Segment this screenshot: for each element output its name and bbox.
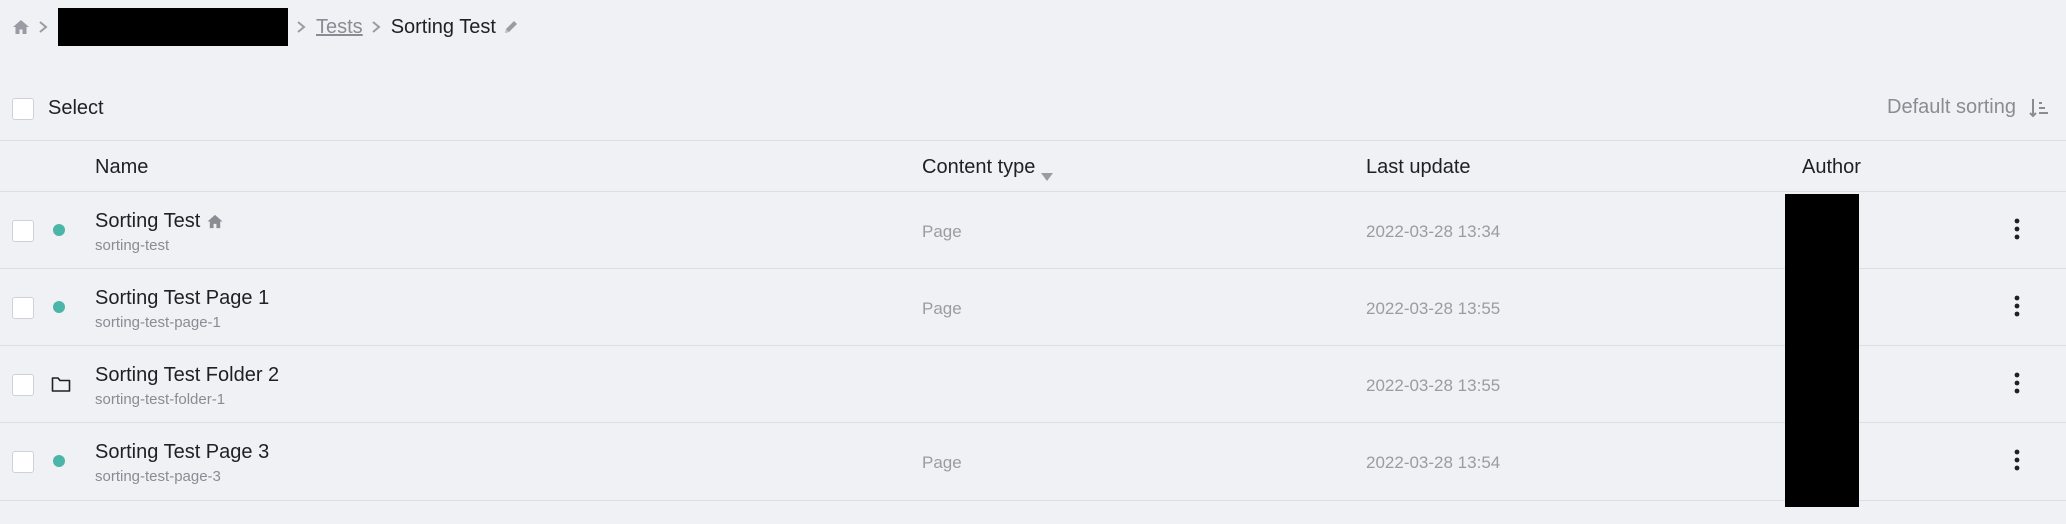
- column-header-name[interactable]: Name: [95, 156, 148, 179]
- kebab-menu-icon[interactable]: [2007, 218, 2027, 242]
- kebab-menu-icon[interactable]: [2007, 372, 2027, 396]
- select-bar: Select Default sorting: [0, 84, 2066, 138]
- row-last-update: 2022-03-28 13:54: [1366, 453, 1501, 472]
- sort-label: Default sorting: [1887, 96, 2016, 118]
- sort-control[interactable]: Default sorting: [1887, 96, 2050, 119]
- breadcrumb: Tests Sorting Test: [12, 8, 520, 46]
- status-dot: [53, 224, 65, 236]
- row-title[interactable]: Sorting Test Folder 2: [95, 364, 279, 387]
- caret-down-icon: [1041, 164, 1054, 181]
- row-slug: sorting-test-folder-1: [95, 391, 226, 408]
- table-row[interactable]: Sorting Test Page 1 sorting-test-page-1 …: [0, 269, 2066, 346]
- chevron-right-icon: [294, 20, 308, 34]
- divider: [0, 140, 2066, 141]
- home-icon: [206, 213, 224, 230]
- column-header-content-type-label: Content type: [922, 156, 1036, 178]
- row-title-text: Sorting Test: [95, 210, 201, 232]
- breadcrumb-redacted: [58, 8, 288, 46]
- chevron-right-icon: [369, 20, 383, 34]
- select-all-checkbox[interactable]: [12, 98, 34, 120]
- row-content-type: Page: [922, 299, 962, 318]
- row-slug: sorting-test: [95, 237, 170, 254]
- status-dot: [53, 455, 65, 467]
- divider: [0, 500, 2066, 501]
- select-label: Select: [48, 97, 104, 119]
- chevron-right-icon: [36, 20, 50, 34]
- row-slug: sorting-test-page-1: [95, 314, 221, 331]
- column-header-last-update[interactable]: Last update: [1366, 156, 1471, 179]
- row-last-update: 2022-03-28 13:55: [1366, 376, 1501, 395]
- status-dot: [53, 301, 65, 313]
- folder-icon: [51, 375, 71, 393]
- pencil-icon[interactable]: [502, 18, 520, 36]
- row-content-type: Page: [922, 222, 962, 241]
- column-header-content-type[interactable]: Content type: [922, 156, 1054, 181]
- column-header-author[interactable]: Author: [1802, 156, 1861, 179]
- row-title[interactable]: Sorting Test Page 1: [95, 287, 269, 310]
- row-checkbox[interactable]: [12, 451, 34, 473]
- kebab-menu-icon[interactable]: [2007, 295, 2027, 319]
- table-row[interactable]: Sorting Test Page 3 sorting-test-page-3 …: [0, 423, 2066, 500]
- breadcrumb-current: Sorting Test: [390, 15, 496, 38]
- breadcrumb-link-tests[interactable]: Tests: [316, 16, 363, 39]
- row-title[interactable]: Sorting Test Page 3: [95, 441, 269, 464]
- row-checkbox[interactable]: [12, 297, 34, 319]
- author-redacted: [1785, 194, 1859, 507]
- row-checkbox[interactable]: [12, 374, 34, 396]
- row-last-update: 2022-03-28 13:34: [1366, 222, 1501, 241]
- kebab-menu-icon[interactable]: [2007, 449, 2027, 473]
- row-content-type: Page: [922, 453, 962, 472]
- row-title[interactable]: Sorting Test: [95, 210, 224, 233]
- row-last-update: 2022-03-28 13:55: [1366, 299, 1501, 318]
- sort-ascending-icon: [2028, 97, 2050, 119]
- table-row[interactable]: Sorting Test sorting-test Page 2022-03-2…: [0, 192, 2066, 269]
- row-checkbox[interactable]: [12, 220, 34, 242]
- home-icon[interactable]: [12, 18, 30, 36]
- table-row[interactable]: Sorting Test Folder 2 sorting-test-folde…: [0, 346, 2066, 423]
- row-slug: sorting-test-page-3: [95, 468, 221, 485]
